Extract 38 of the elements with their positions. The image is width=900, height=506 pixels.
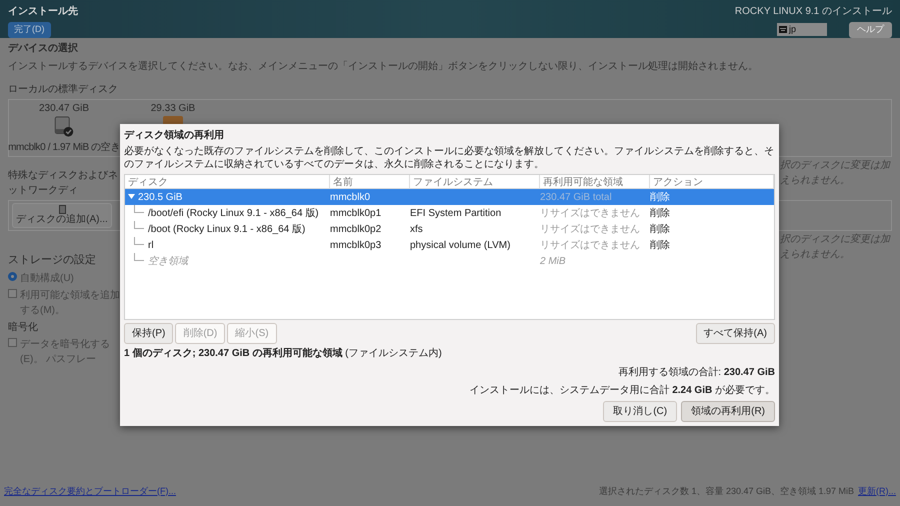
action-cell: 削除 xyxy=(650,224,670,234)
dialog-title: ディスク領域の再利用 xyxy=(124,128,225,143)
reclaimable-cell: リサイズはできません xyxy=(540,224,640,234)
dialog-description: 必要がなくなった既存のファイルシステムを削除して、このインストールに必要な領域を解放してください。ファイルシステムを削除すると、そのファイルシステムに収納されているすべてのデータは、永久に削除されることになります。 xyxy=(124,145,775,171)
reclaimable-cell: 2 MiB xyxy=(540,256,566,266)
reclaimable-cell: リサイズはできません xyxy=(540,240,640,250)
filesystem-cell: physical volume (LVM) xyxy=(410,240,510,250)
name-cell: mmcblk0p3 xyxy=(330,240,382,250)
reclaimable-cell: リサイズはできません xyxy=(540,208,640,218)
reclaimable-summary: 1 個のディスク; 230.47 GiB の再利用可能な領域 (ファイルシステム内) xyxy=(124,346,443,361)
action-cell: 削除 xyxy=(650,208,670,218)
section-heading: ストレージの設定 xyxy=(8,252,96,268)
selection-summary: 選択されたディスク数 1、容量 230.47 GiB、空き領域 1.97 MiB xyxy=(598,484,854,498)
disk-label: mmcblk0 / 1.97 MiB の空き xyxy=(8,140,120,155)
name-cell: mmcblk0p2 xyxy=(330,224,382,234)
disk-cell-text: 空き領域 xyxy=(148,254,188,268)
disk-cell-text: rl xyxy=(148,238,154,252)
action-cell: 削除 xyxy=(650,192,670,202)
disk-size: 29.33 GiB xyxy=(150,102,196,116)
product-title: ROCKY LINUX 9.1 のインストール xyxy=(734,5,892,19)
section-label: 特殊なディスクおよびネットワークディ xyxy=(8,168,119,198)
filesystem-cell: EFI System Partition xyxy=(410,208,502,218)
header-title: インストール先 xyxy=(8,4,78,19)
disk-cell-text: /boot (Rocky Linux 9.1 - x86_64 版) xyxy=(148,222,306,236)
reclaim-total: 再利用する領域の合計: 230.47 GiB xyxy=(618,366,775,380)
reclaimable-cell: 230.47 GiB total xyxy=(540,192,612,202)
section-heading: 暗号化 xyxy=(8,320,38,334)
name-cell: mmcblk0 xyxy=(330,192,370,202)
name-cell: mmcblk0p1 xyxy=(330,208,382,218)
action-cell: 削除 xyxy=(650,240,670,250)
disk-cell-text: 230.5 GiB xyxy=(138,190,182,204)
description-text: インストールするデバイスを選択してください。なお、メインメニューの「インストールの開始」ボタンをクリックしない限り、インストール処理は開始されません。 xyxy=(8,60,759,74)
section-heading: デバイスの選択 xyxy=(8,42,79,56)
disk-size: 230.47 GiB xyxy=(38,102,90,116)
section-label: ローカルの標準ディスク xyxy=(8,82,118,97)
filesystem-cell: xfs xyxy=(410,224,423,234)
disk-cell-text: /boot/efi (Rocky Linux 9.1 - x86_64 版) xyxy=(148,206,319,220)
required-space-text: インストールには、システムデータ用に合計 2.24 GiB が必要です。 xyxy=(469,384,775,398)
